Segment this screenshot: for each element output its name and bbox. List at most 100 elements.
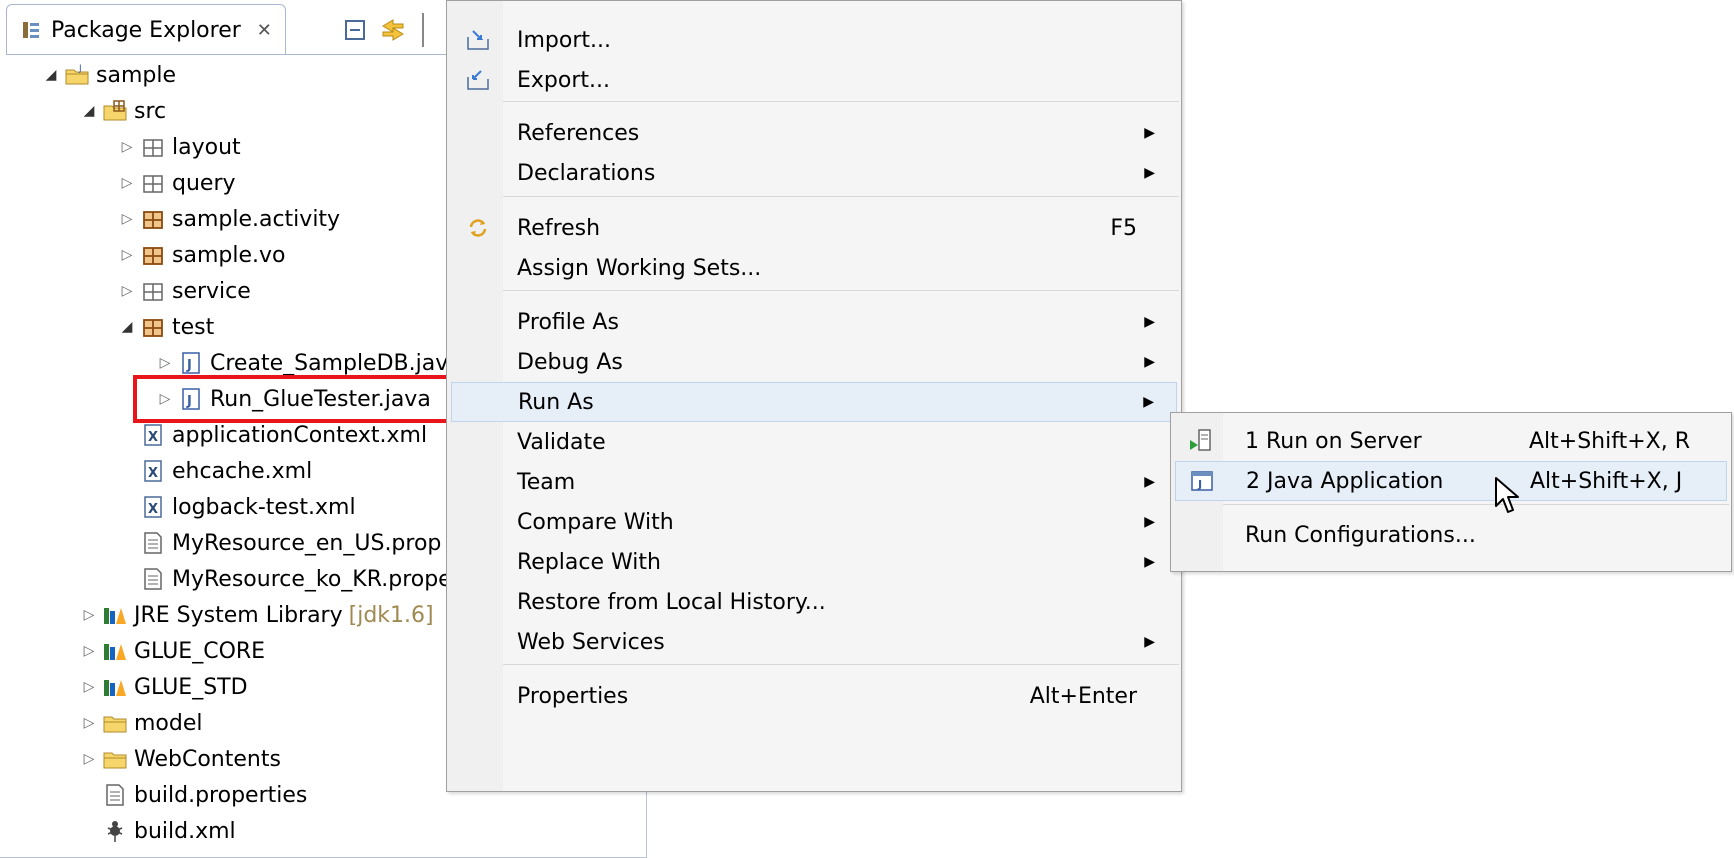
tree-item-label: GLUE_CORE bbox=[134, 638, 266, 664]
menu-item-debug-as[interactable]: Debug As ▶ bbox=[451, 342, 1177, 382]
expand-icon[interactable]: ▷ bbox=[116, 175, 138, 191]
tree-item-label: MyResource_en_US.prop bbox=[172, 530, 442, 556]
tree-item[interactable]: ▷ model bbox=[78, 706, 203, 740]
run-as-submenu: 1 Run on Server Alt+Shift+X, R J 2 Java App… bbox=[1170, 412, 1732, 572]
menu-item-team[interactable]: Team ▶ bbox=[451, 462, 1177, 502]
menu-item-restore-from-local-history[interactable]: Restore from Local History... bbox=[451, 582, 1177, 622]
submenu-item-run-configurations[interactable]: Run Configurations... bbox=[1175, 515, 1727, 555]
package-explorer-tab[interactable]: Package Explorer ✕ bbox=[6, 4, 286, 55]
close-icon[interactable]: ✕ bbox=[257, 20, 272, 41]
tree-item[interactable]: ▷ layout bbox=[116, 130, 241, 164]
collapse-icon[interactable]: ◢ bbox=[40, 67, 62, 83]
tree-item-label: WebContents bbox=[134, 746, 281, 772]
expand-icon[interactable]: ▷ bbox=[78, 679, 100, 695]
tree-item[interactable]: ▷ JRE System Library [jdk1.6] bbox=[78, 598, 434, 632]
context-menu: Import... Export... References ▶ Declaration… bbox=[446, 0, 1182, 792]
menu-item-label: Replace With bbox=[517, 549, 661, 575]
menu-item-web-services[interactable]: Web Services ▶ bbox=[451, 622, 1177, 662]
tree-item[interactable]: ▷ GLUE_STD bbox=[78, 670, 248, 704]
menu-item-assign-working-sets[interactable]: Assign Working Sets... bbox=[451, 248, 1177, 288]
svg-text:J: J bbox=[186, 358, 192, 373]
menu-item-label: Compare With bbox=[517, 509, 674, 535]
java-file-icon: J bbox=[178, 350, 204, 376]
menu-item-label: Profile As bbox=[517, 309, 619, 335]
library-icon bbox=[102, 602, 128, 628]
tree-item[interactable]: MyResource_ko_KR.prope bbox=[116, 562, 452, 596]
package-icon bbox=[140, 242, 166, 268]
tree-item[interactable]: ▷ service bbox=[116, 274, 251, 308]
menu-item-import[interactable]: Import... bbox=[451, 20, 1177, 60]
tree-item[interactable]: ▷ sample.activity bbox=[116, 202, 340, 236]
link-with-editor-icon[interactable] bbox=[378, 15, 408, 45]
menu-item-replace-with[interactable]: Replace With ▶ bbox=[451, 542, 1177, 582]
xml-file-icon: X bbox=[140, 422, 166, 448]
menu-separator bbox=[503, 290, 1179, 291]
menu-item-properties[interactable]: Properties Alt+Enter bbox=[451, 676, 1177, 716]
tree-item[interactable]: ▷ GLUE_CORE bbox=[78, 634, 265, 668]
library-icon bbox=[102, 674, 128, 700]
ant-file-icon bbox=[102, 818, 128, 844]
tree-item[interactable]: MyResource_en_US.prop bbox=[116, 526, 441, 560]
tree-item[interactable]: ▷ WebContents bbox=[78, 742, 281, 776]
package-icon bbox=[140, 206, 166, 232]
tree-item[interactable]: ▷ sample.vo bbox=[116, 238, 286, 272]
submenu-arrow-icon: ▶ bbox=[1144, 125, 1155, 141]
menu-item-refresh[interactable]: Refresh F5 bbox=[451, 208, 1177, 248]
svg-text:X: X bbox=[148, 430, 158, 445]
tree-item[interactable]: ◢ test bbox=[116, 310, 215, 344]
menu-item-label: Declarations bbox=[517, 160, 656, 186]
menu-item-profile-as[interactable]: Profile As ▶ bbox=[451, 302, 1177, 342]
menu-item-declarations[interactable]: Declarations ▶ bbox=[451, 153, 1177, 193]
submenu-item-shortcut: Alt+Shift+X, J bbox=[1530, 468, 1683, 494]
tree-item[interactable]: build.xml bbox=[78, 814, 236, 848]
menu-item-compare-with[interactable]: Compare With ▶ bbox=[451, 502, 1177, 542]
tree-item-label: build.properties bbox=[134, 782, 308, 808]
expand-icon[interactable]: ▷ bbox=[116, 283, 138, 299]
submenu-arrow-icon: ▶ bbox=[1144, 314, 1155, 330]
menu-item-run-as[interactable]: Run As ▶ bbox=[451, 382, 1177, 422]
tree-item[interactable]: ▷ query bbox=[116, 166, 236, 200]
properties-file-icon bbox=[102, 782, 128, 808]
tree-item-label: sample.vo bbox=[172, 242, 286, 268]
expand-icon[interactable]: ▷ bbox=[78, 751, 100, 767]
expand-icon[interactable]: ▷ bbox=[116, 247, 138, 263]
tree-item-label: src bbox=[134, 98, 167, 124]
expand-icon[interactable]: ▷ bbox=[116, 211, 138, 227]
expand-icon[interactable]: ▷ bbox=[78, 715, 100, 731]
submenu-separator bbox=[1223, 504, 1729, 505]
menu-item-shortcut: F5 bbox=[1110, 215, 1137, 241]
source-folder-icon bbox=[102, 98, 128, 124]
expand-icon[interactable]: ▷ bbox=[78, 607, 100, 623]
folder-icon bbox=[102, 746, 128, 772]
xml-file-icon: X bbox=[140, 494, 166, 520]
menu-item-validate[interactable]: Validate bbox=[451, 422, 1177, 462]
submenu-item-1-run-on-server[interactable]: 1 Run on Server Alt+Shift+X, R bbox=[1175, 421, 1727, 461]
tree-item[interactable]: ◢ src bbox=[78, 94, 167, 128]
collapse-icon[interactable]: ◢ bbox=[78, 103, 100, 119]
menu-item-export[interactable]: Export... bbox=[451, 60, 1177, 100]
collapse-all-icon[interactable] bbox=[340, 15, 370, 45]
properties-file-icon bbox=[140, 530, 166, 556]
submenu-item-label: Run Configurations... bbox=[1245, 522, 1476, 548]
view-title: Package Explorer bbox=[51, 17, 241, 43]
tree-item[interactable]: ◢ Jsample bbox=[40, 58, 176, 92]
tree-item[interactable]: Xlogback-test.xml bbox=[116, 490, 356, 524]
menu-separator bbox=[503, 664, 1179, 665]
tree-item[interactable]: Xehcache.xml bbox=[116, 454, 312, 488]
package-icon bbox=[140, 314, 166, 340]
collapse-icon[interactable]: ◢ bbox=[116, 319, 138, 335]
menu-item-references[interactable]: References ▶ bbox=[451, 113, 1177, 153]
tree-item-decoration: [jdk1.6] bbox=[348, 602, 434, 628]
submenu-item-2-java-application[interactable]: J 2 Java Application Alt+Shift+X, J bbox=[1175, 461, 1727, 501]
java-project-icon: J bbox=[64, 62, 90, 88]
expand-icon[interactable]: ▷ bbox=[116, 139, 138, 155]
tree-item-label: sample bbox=[96, 62, 176, 88]
tree-item[interactable]: build.properties bbox=[78, 778, 307, 812]
menu-item-label: References bbox=[517, 120, 640, 146]
tree-item-label: GLUE_STD bbox=[134, 674, 248, 700]
expand-icon[interactable]: ▷ bbox=[78, 643, 100, 659]
tree-item-label: logback-test.xml bbox=[172, 494, 356, 520]
menu-item-label: Run As bbox=[518, 389, 594, 415]
expand-icon[interactable]: ▷ bbox=[154, 355, 176, 371]
tree-item[interactable]: XapplicationContext.xml bbox=[116, 418, 427, 452]
